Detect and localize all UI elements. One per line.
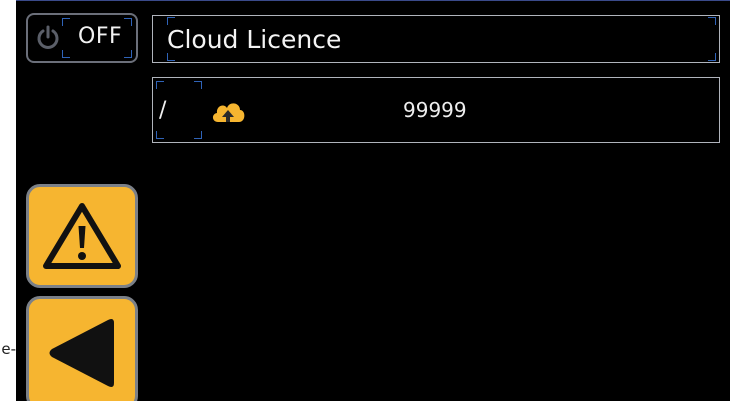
selector-corner: [62, 18, 70, 26]
power-icon: [37, 25, 59, 49]
warning-icon: [43, 203, 121, 269]
selector-corner: [708, 53, 716, 61]
page-title-box: Cloud Licence: [152, 15, 720, 63]
page-title: Cloud Licence: [167, 25, 342, 54]
licence-value: 99999: [403, 98, 467, 122]
selector-corner: [124, 18, 132, 26]
row-prefix: /: [159, 98, 167, 123]
selector-corner: [124, 50, 132, 58]
selector-corner: [167, 53, 175, 61]
power-toggle-button[interactable]: OFF: [26, 13, 138, 63]
back-button[interactable]: [26, 296, 138, 401]
selector-corner: [167, 17, 175, 25]
margin-text: e-: [1, 340, 16, 358]
selector-corner: [708, 17, 716, 25]
warning-button[interactable]: [26, 184, 138, 288]
selector-corner: [62, 50, 70, 58]
device-screen: OFF Cloud Licence / 99999: [16, 0, 730, 401]
cloud-upload-icon: [212, 103, 245, 122]
back-arrow-icon: [49, 319, 114, 387]
power-state-label: OFF: [78, 24, 123, 49]
licence-row[interactable]: / 99999: [152, 77, 720, 143]
